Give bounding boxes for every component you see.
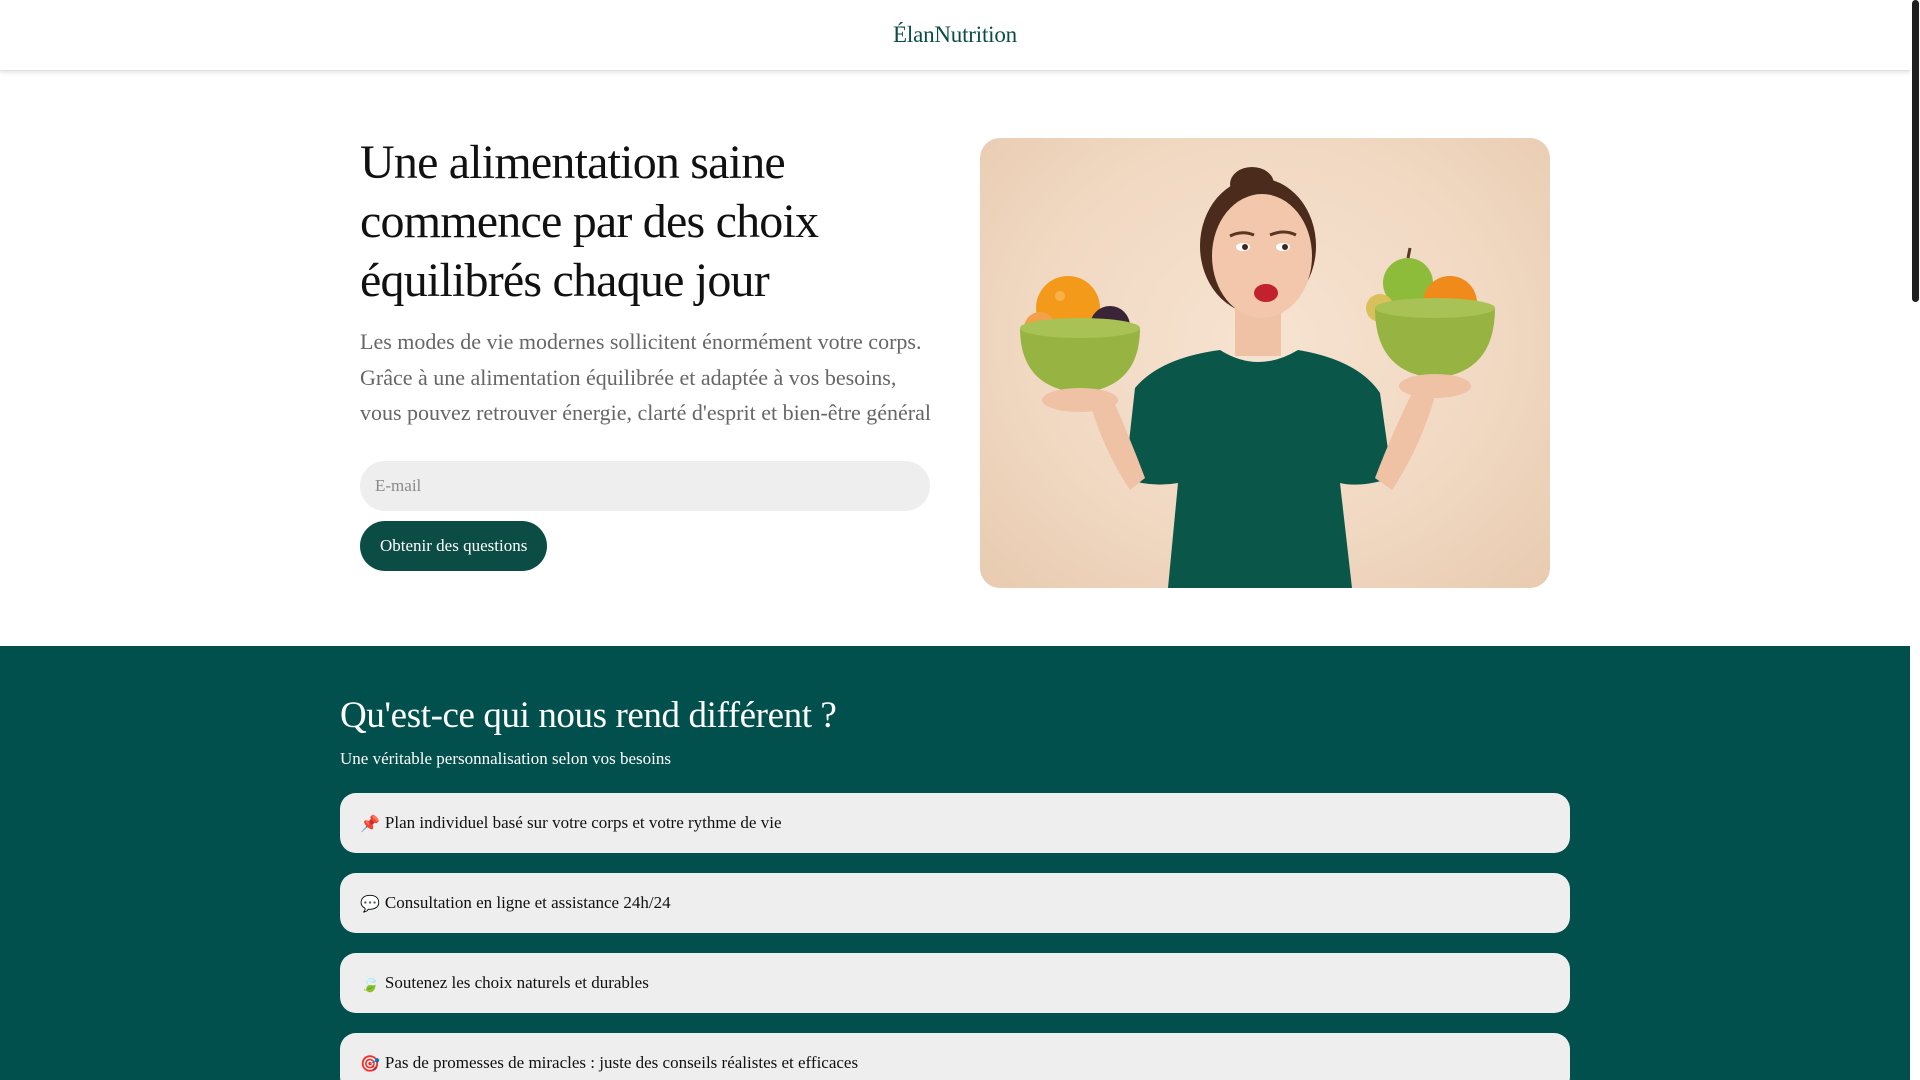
feature-item: 🍃 Soutenez les choix naturels et durable… bbox=[340, 953, 1570, 1013]
feature-text: Soutenez les choix naturels et durables bbox=[384, 973, 649, 992]
hero-description: Les modes de vie modernes sollicitent én… bbox=[360, 329, 932, 425]
feature-item: 💬 Consultation en ligne et assistance 24… bbox=[340, 873, 1570, 933]
hero-image-woman-with-fruit-bowls bbox=[980, 138, 1550, 588]
scrollbar[interactable] bbox=[1910, 0, 1920, 1080]
target-icon: 🎯 bbox=[360, 1053, 380, 1073]
leaf-icon: 🍃 bbox=[360, 973, 380, 993]
pushpin-icon: 📌 bbox=[360, 813, 380, 833]
feature-text: Plan individuel basé sur votre corps et … bbox=[384, 813, 782, 832]
get-questions-button[interactable]: Obtenir des questions bbox=[360, 520, 548, 571]
features-section: Qu'est-ce qui nous rend différent ? Une … bbox=[0, 646, 1910, 1080]
features-content: Qu'est-ce qui nous rend différent ? Une … bbox=[340, 694, 1570, 1080]
hero-content: Une alimentation saine commence par des … bbox=[360, 133, 932, 571]
feature-text: Pas de promesses de miracles : juste des… bbox=[384, 1053, 859, 1072]
feature-list: 📌 Plan individuel basé sur votre corps e… bbox=[340, 793, 1570, 1080]
feature-text: Consultation en ligne et assistance 24h/… bbox=[384, 893, 671, 912]
speech-bubble-icon: 💬 bbox=[360, 893, 380, 913]
features-title: Qu'est-ce qui nous rend différent ? bbox=[340, 695, 837, 736]
feature-item: 📌 Plan individuel basé sur votre corps e… bbox=[340, 793, 1570, 853]
hero-section: Une alimentation saine commence par des … bbox=[0, 71, 1910, 646]
hero-title: Une alimentation saine commence par des … bbox=[360, 136, 819, 307]
scrollbar-thumb[interactable] bbox=[1912, 0, 1919, 302]
features-subtitle: Une véritable personnalisation selon vos… bbox=[340, 749, 671, 768]
site-header: ÉlanNutrition bbox=[0, 0, 1910, 71]
woman-holding-fruit-bowls-illustration bbox=[1020, 167, 1495, 588]
feature-item: 🎯 Pas de promesses de miracles : juste d… bbox=[340, 1033, 1570, 1080]
logo[interactable]: ÉlanNutrition bbox=[893, 22, 1017, 48]
email-input[interactable] bbox=[360, 460, 930, 511]
